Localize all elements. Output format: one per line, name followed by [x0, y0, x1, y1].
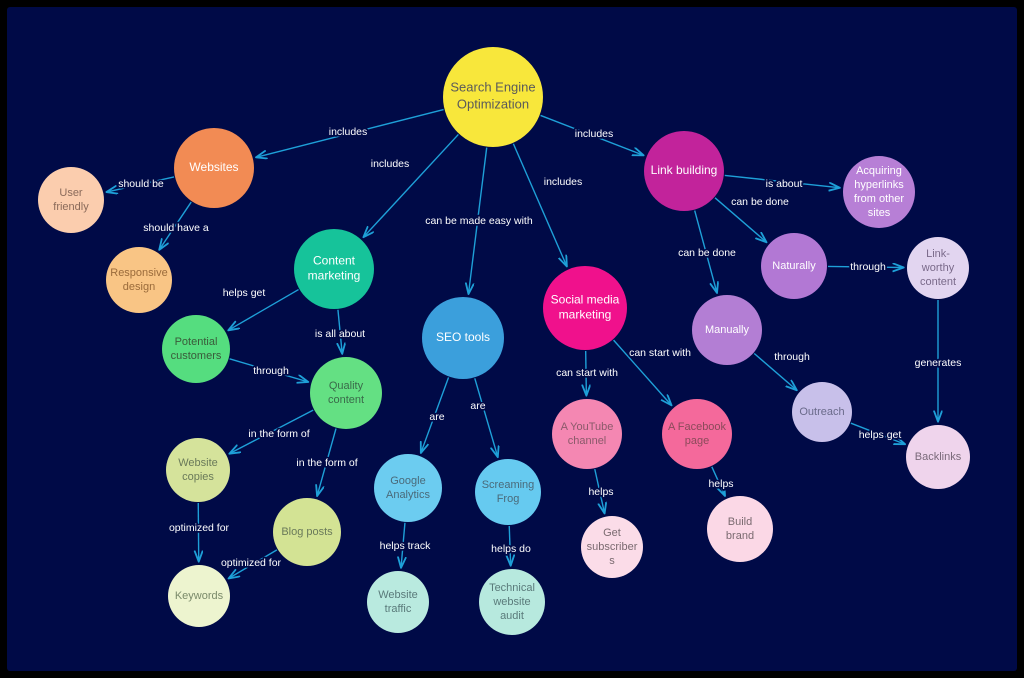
edge-label-contentmkt-to-seo: includes: [371, 158, 410, 170]
node-circle-keywords[interactable]: [168, 565, 230, 627]
node-websitetraffic[interactable]: Website traffic: [367, 571, 429, 633]
node-subscribers[interactable]: Get subscriber s: [581, 516, 643, 578]
edge-label-seotools-to-seo: can be made easy with: [425, 215, 533, 227]
edge-label-websitecopies-to-keywords: optimized for: [169, 522, 230, 534]
node-circle-youtube[interactable]: [552, 399, 622, 469]
node-circle-acquiring[interactable]: [843, 156, 915, 228]
node-ganalytics[interactable]: Google Analytics: [374, 454, 442, 522]
edge-label-facebook-to-buildbrand: helps: [708, 478, 733, 490]
node-circle-backlinks[interactable]: [906, 425, 970, 489]
edge-label-social-to-facebook: can start with: [629, 347, 691, 359]
node-backlinks[interactable]: Backlinks: [906, 425, 970, 489]
node-potential[interactable]: Potential customers: [162, 315, 230, 383]
edge-label-screamingfrog-to-techaudit: helps do: [491, 543, 531, 555]
node-circle-websitecopies[interactable]: [166, 438, 230, 502]
node-circle-quality[interactable]: [310, 357, 382, 429]
node-circle-ganalytics[interactable]: [374, 454, 442, 522]
node-circle-subscribers[interactable]: [581, 516, 643, 578]
node-circle-manually[interactable]: [692, 295, 762, 365]
node-websitecopies[interactable]: Website copies: [166, 438, 230, 502]
edge-label-contentmkt-to-quality: is all about: [315, 328, 365, 340]
edge-label-outreach-to-backlinks: helps get: [859, 429, 902, 441]
node-circle-linkbuilding[interactable]: [644, 131, 724, 211]
edge-label-social-to-youtube: can start with: [556, 367, 618, 379]
node-circle-blogposts[interactable]: [273, 498, 341, 566]
node-circle-contentmkt[interactable]: [294, 229, 374, 309]
edge-label-youtube-to-subscribers: helps: [588, 486, 613, 498]
node-buildbrand[interactable]: Build brand: [707, 496, 773, 562]
node-youtube[interactable]: A YouTube channel: [552, 399, 622, 469]
edge-label-naturally-to-linkworthy: through: [850, 261, 886, 273]
node-seo[interactable]: Search Engine Optimization: [443, 47, 543, 147]
node-circle-seo[interactable]: [443, 47, 543, 147]
node-linkbuilding[interactable]: Link building: [644, 131, 724, 211]
node-linkworthy[interactable]: Link-worthy content: [907, 237, 969, 299]
node-responsive[interactable]: Responsive design: [106, 247, 172, 313]
edge-label-potential-to-quality: through: [253, 365, 289, 377]
edge-label-websites-to-userfriendly: should be: [118, 178, 164, 190]
node-circle-websites[interactable]: [174, 128, 254, 208]
node-facebook[interactable]: A Facebook page: [662, 399, 732, 469]
edge-label-linkbuilding-to-seo: includes: [575, 128, 614, 140]
node-outreach[interactable]: Outreach: [792, 382, 852, 442]
edge-label-linkworthy-to-backlinks: generates: [915, 357, 962, 369]
edge-label-linkbuilding-to-manually: can be done: [678, 247, 736, 259]
node-social[interactable]: Social media marketing: [543, 266, 627, 350]
edge-label-blogposts-to-keywords: optimized for: [221, 557, 282, 569]
node-seotools[interactable]: SEO tools: [422, 297, 504, 379]
node-circle-seotools[interactable]: [422, 297, 504, 379]
node-circle-userfriendly[interactable]: [38, 167, 104, 233]
node-circle-techaudit[interactable]: [479, 569, 545, 635]
node-naturally[interactable]: Naturally: [761, 233, 827, 299]
node-circle-outreach[interactable]: [792, 382, 852, 442]
edge-label-quality-to-websitecopies: in the form of: [248, 428, 309, 440]
node-circle-websitetraffic[interactable]: [367, 571, 429, 633]
node-circle-naturally[interactable]: [761, 233, 827, 299]
node-techaudit[interactable]: Technical website audit: [479, 569, 545, 635]
edge-label-ganalytics-to-websitetraffic: helps track: [380, 540, 432, 552]
edge-label-seotools-to-ganalytics: are: [429, 411, 444, 423]
node-circle-responsive[interactable]: [106, 247, 172, 313]
edge-label-websites-to-seo: includes: [329, 126, 368, 138]
node-websites[interactable]: Websites: [174, 128, 254, 208]
node-acquiring[interactable]: Acquiring hyperlinks from other sites: [843, 156, 915, 228]
node-quality[interactable]: Quality content: [310, 357, 382, 429]
node-circle-social[interactable]: [543, 266, 627, 350]
node-circle-buildbrand[interactable]: [707, 496, 773, 562]
node-circle-facebook[interactable]: [662, 399, 732, 469]
node-manually[interactable]: Manually: [692, 295, 762, 365]
edge-label-manually-to-outreach: through: [774, 351, 810, 363]
node-circle-linkworthy[interactable]: [907, 237, 969, 299]
node-blogposts[interactable]: Blog posts: [273, 498, 341, 566]
edge-label-linkbuilding-to-naturally: can be done: [731, 196, 789, 208]
edge-label-quality-to-blogposts: in the form of: [296, 457, 357, 469]
mindmap-canvas-frame: Search Engine Optimization Websites User fri…: [0, 0, 1024, 678]
edge-label-linkbuilding-to-acquiring: is about: [766, 178, 803, 190]
mindmap-diagram: Search Engine Optimization Websites User fri…: [7, 7, 1017, 671]
node-circle-screamingfrog[interactable]: [475, 459, 541, 525]
node-keywords[interactable]: Keywords: [168, 565, 230, 627]
edge-label-social-to-seo: includes: [544, 176, 583, 188]
node-screamingfrog[interactable]: Screaming Frog: [475, 459, 541, 525]
edge-label-contentmkt-to-potential: helps get: [223, 287, 266, 299]
edge-label-websites-to-responsive: should have a: [143, 222, 209, 234]
node-userfriendly[interactable]: User friendly: [38, 167, 104, 233]
node-circle-potential[interactable]: [162, 315, 230, 383]
edge-label-seotools-to-screamingfrog: are: [470, 400, 485, 412]
node-contentmkt[interactable]: Content marketing: [294, 229, 374, 309]
